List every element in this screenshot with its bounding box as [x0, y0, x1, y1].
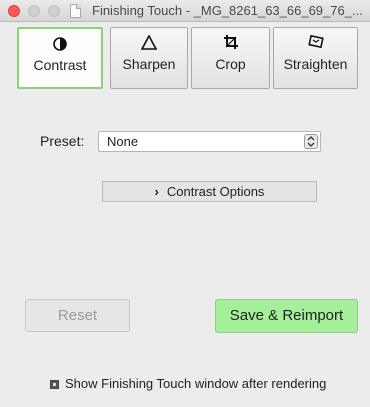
- close-window-button[interactable]: [8, 5, 20, 17]
- contrast-options-toggle[interactable]: › Contrast Options: [102, 181, 317, 202]
- preset-value: None: [107, 134, 139, 149]
- tab-contrast[interactable]: Contrast: [17, 27, 103, 89]
- preset-label: Preset:: [40, 133, 85, 149]
- tab-straighten[interactable]: Straighten: [273, 27, 358, 89]
- preset-select[interactable]: None: [98, 131, 321, 152]
- chevron-right-icon: ›: [154, 184, 159, 199]
- show-window-option[interactable]: Show Finishing Touch window after render…: [50, 376, 326, 391]
- save-reimport-button[interactable]: Save & Reimport: [215, 299, 358, 333]
- title-bar: Finishing Touch - _MG_8261_63_66_69_76_.…: [0, 0, 370, 22]
- updown-arrows-icon: [304, 134, 318, 149]
- zoom-window-button[interactable]: [48, 5, 60, 17]
- minimize-window-button[interactable]: [28, 5, 40, 17]
- show-window-checkbox[interactable]: [50, 380, 59, 389]
- tab-contrast-label: Contrast: [33, 57, 87, 73]
- tab-crop[interactable]: Crop: [191, 27, 270, 89]
- show-window-label: Show Finishing Touch window after render…: [65, 376, 327, 391]
- half-circle-icon: [19, 35, 101, 55]
- reset-button[interactable]: Reset: [25, 299, 130, 332]
- tab-straighten-label: Straighten: [283, 56, 348, 72]
- rotate-square-icon: [274, 34, 357, 54]
- crop-icon: [192, 34, 269, 54]
- document-icon: [70, 4, 81, 18]
- triangle-icon: [111, 34, 187, 54]
- tab-sharpen-label: Sharpen: [122, 56, 176, 72]
- tab-sharpen[interactable]: Sharpen: [110, 27, 188, 89]
- contrast-options-label: Contrast Options: [166, 184, 265, 199]
- window-title: Finishing Touch - _MG_8261_63_66_69_76_.…: [92, 3, 363, 18]
- tab-crop-label: Crop: [215, 56, 246, 72]
